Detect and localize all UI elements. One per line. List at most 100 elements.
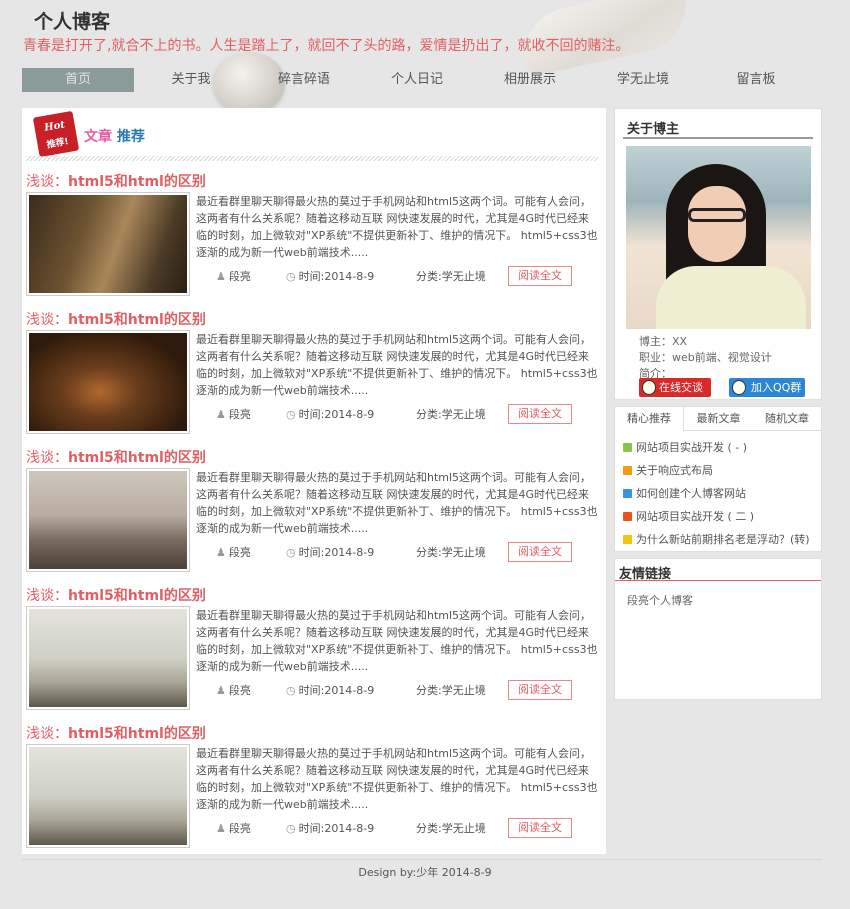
qq-penguin-icon — [642, 380, 656, 395]
article-thumbnail[interactable] — [26, 330, 190, 434]
tab-random[interactable]: 随机文章 — [753, 407, 821, 431]
nav-item-album[interactable]: 相册展示 — [474, 68, 586, 92]
about-box: 关于博主 博主：XX 职业：web前端、视觉设计 简介： 在线交谈 加入QQ群 — [614, 108, 822, 400]
article-category[interactable]: 分类:学无止境 — [416, 682, 486, 698]
bullet-icon — [623, 443, 632, 452]
article-author: ♟ 段亮 — [216, 684, 251, 697]
article-panel: Hot 推荐! 文章 推荐 浅谈：html5和html的区别 最近看群里聊天聊得… — [22, 108, 606, 854]
nav-item-diary[interactable]: 个人日记 — [361, 68, 473, 92]
tab-list-item[interactable]: 为什么新站前期排名老是浮动？(转) — [623, 531, 810, 547]
article-time: ◷ 时间:2014-8-9 — [286, 546, 375, 559]
clock-icon: ◷ — [286, 684, 296, 697]
article-thumbnail[interactable] — [26, 468, 190, 572]
hot-badge-bottom: 推荐! — [45, 137, 70, 151]
read-more-button[interactable]: 阅读全文 — [508, 542, 572, 562]
nav-item-about[interactable]: 关于我 — [135, 68, 247, 92]
article-tabs-box: 精心推荐 最新文章 随机文章 网站项目实战开发 ( - ) 关于响应式布局 如何… — [614, 406, 822, 552]
article-category[interactable]: 分类:学无止境 — [416, 544, 486, 560]
recommend-title: 文章 推荐 — [84, 126, 145, 146]
nav-item-guestbook[interactable]: 留言板 — [700, 68, 812, 92]
site-header: 个人博客 青春是打开了,就合不上的书。人生是踏上了，就回不了头的路，爱情是扔出了… — [0, 0, 850, 114]
article-time: ◷ 时间:2014-8-9 — [286, 822, 375, 835]
article-title-text: html5和html的区别 — [68, 588, 206, 604]
article-title-prefix: 浅谈： — [26, 450, 68, 466]
article-thumbnail[interactable] — [26, 744, 190, 848]
user-icon: ♟ — [216, 408, 226, 421]
article-title-prefix: 浅谈： — [26, 588, 68, 604]
article-title-text: html5和html的区别 — [68, 726, 206, 742]
clock-icon: ◷ — [286, 822, 296, 835]
about-title: 关于博主 — [627, 122, 680, 137]
user-icon: ♟ — [216, 546, 226, 559]
article-item: 浅谈：html5和html的区别 最近看群里聊天聊得最火热的莫过于手机网站和ht… — [22, 585, 606, 715]
article-title-text: html5和html的区别 — [68, 450, 206, 466]
read-more-button[interactable]: 阅读全文 — [508, 404, 572, 424]
nav-item-murmurs[interactable]: 碎言碎语 — [248, 68, 360, 92]
hot-badge-icon: Hot 推荐! — [32, 110, 80, 158]
article-time: ◷ 时间:2014-8-9 — [286, 408, 375, 421]
main-nav: 首页 关于我 碎言碎语 个人日记 相册展示 学无止境 留言板 — [22, 68, 812, 92]
blogger-avatar — [626, 146, 811, 329]
tab-bar: 精心推荐 最新文章 随机文章 — [615, 407, 821, 432]
article-item: 浅谈：html5和html的区别 最近看群里聊天聊得最火热的莫过于手机网站和ht… — [22, 447, 606, 577]
friend-links-divider — [615, 580, 821, 581]
article-author: ♟ 段亮 — [216, 822, 251, 835]
article-thumbnail[interactable] — [26, 192, 190, 296]
about-divider — [623, 137, 813, 139]
tab-recommended[interactable]: 精心推荐 — [615, 407, 684, 432]
article-title[interactable]: 浅谈：html5和html的区别 — [26, 723, 206, 743]
article-author: ♟ 段亮 — [216, 546, 251, 559]
site-title[interactable]: 个人博客 — [34, 7, 110, 34]
article-excerpt: 最近看群里聊天聊得最火热的莫过于手机网站和html5这两个词。可能有人会问，这两… — [196, 609, 598, 673]
site-motto: 青春是打开了,就合不上的书。人生是踏上了，就回不了头的路，爱情是扔出了，就收不回… — [23, 38, 630, 54]
user-icon: ♟ — [216, 822, 226, 835]
friend-link[interactable]: 段亮个人博客 — [627, 592, 693, 608]
footer-divider — [22, 859, 822, 860]
read-more-button[interactable]: 阅读全文 — [508, 680, 572, 700]
dashed-divider — [26, 156, 598, 161]
article-category[interactable]: 分类:学无止境 — [416, 406, 486, 422]
article-author: ♟ 段亮 — [216, 408, 251, 421]
clock-icon: ◷ — [286, 408, 296, 421]
article-category[interactable]: 分类:学无止境 — [416, 268, 486, 284]
article-title-prefix: 浅谈： — [26, 174, 68, 190]
bullet-icon — [623, 466, 632, 475]
article-author: ♟ 段亮 — [216, 270, 251, 283]
blogger-name: 博主：XX — [639, 335, 688, 348]
article-title-prefix: 浅谈： — [26, 312, 68, 328]
article-category[interactable]: 分类:学无止境 — [416, 820, 486, 836]
article-excerpt: 最近看群里聊天聊得最火热的莫过于手机网站和html5这两个词。可能有人会问，这两… — [196, 471, 598, 535]
nav-item-home[interactable]: 首页 — [22, 68, 134, 92]
article-title[interactable]: 浅谈：html5和html的区别 — [26, 171, 206, 191]
tab-latest[interactable]: 最新文章 — [684, 407, 753, 431]
article-excerpt: 最近看群里聊天聊得最火热的莫过于手机网站和html5这两个词。可能有人会问，这两… — [196, 333, 598, 397]
tab-list-item[interactable]: 关于响应式布局 — [623, 462, 713, 478]
join-qq-group-button[interactable]: 加入QQ群 — [729, 378, 805, 397]
article-time: ◷ 时间:2014-8-9 — [286, 684, 375, 697]
article-title-prefix: 浅谈： — [26, 726, 68, 742]
recommend-title-a: 文章 — [84, 129, 112, 145]
article-title[interactable]: 浅谈：html5和html的区别 — [26, 585, 206, 605]
friend-links-box: 友情链接 段亮个人博客 — [614, 558, 822, 700]
article-title[interactable]: 浅谈：html5和html的区别 — [26, 447, 206, 467]
user-icon: ♟ — [216, 684, 226, 697]
article-title[interactable]: 浅谈：html5和html的区别 — [26, 309, 206, 329]
bullet-icon — [623, 512, 632, 521]
clock-icon: ◷ — [286, 270, 296, 283]
online-chat-button[interactable]: 在线交谈 — [639, 378, 711, 397]
tab-list-item[interactable]: 网站项目实战开发 ( - ) — [623, 439, 747, 455]
clock-icon: ◷ — [286, 546, 296, 559]
article-time: ◷ 时间:2014-8-9 — [286, 270, 375, 283]
read-more-button[interactable]: 阅读全文 — [508, 266, 572, 286]
tab-list-item[interactable]: 如何创建个人博客网站 — [623, 485, 746, 501]
article-item: 浅谈：html5和html的区别 最近看群里聊天聊得最火热的莫过于手机网站和ht… — [22, 309, 606, 439]
article-thumbnail[interactable] — [26, 606, 190, 710]
recommend-title-b: 推荐 — [116, 129, 145, 145]
tab-list-item[interactable]: 网站项目实战开发 ( 二 ) — [623, 508, 754, 524]
nav-item-learning[interactable]: 学无止境 — [587, 68, 699, 92]
article-excerpt: 最近看群里聊天聊得最火热的莫过于手机网站和html5这两个词。可能有人会问，这两… — [196, 747, 598, 811]
footer-text: Design by:少年 2014-8-9 — [358, 866, 492, 879]
read-more-button[interactable]: 阅读全文 — [508, 818, 572, 838]
blogger-job: 职业：web前端、视觉设计 — [639, 351, 772, 364]
user-icon: ♟ — [216, 270, 226, 283]
